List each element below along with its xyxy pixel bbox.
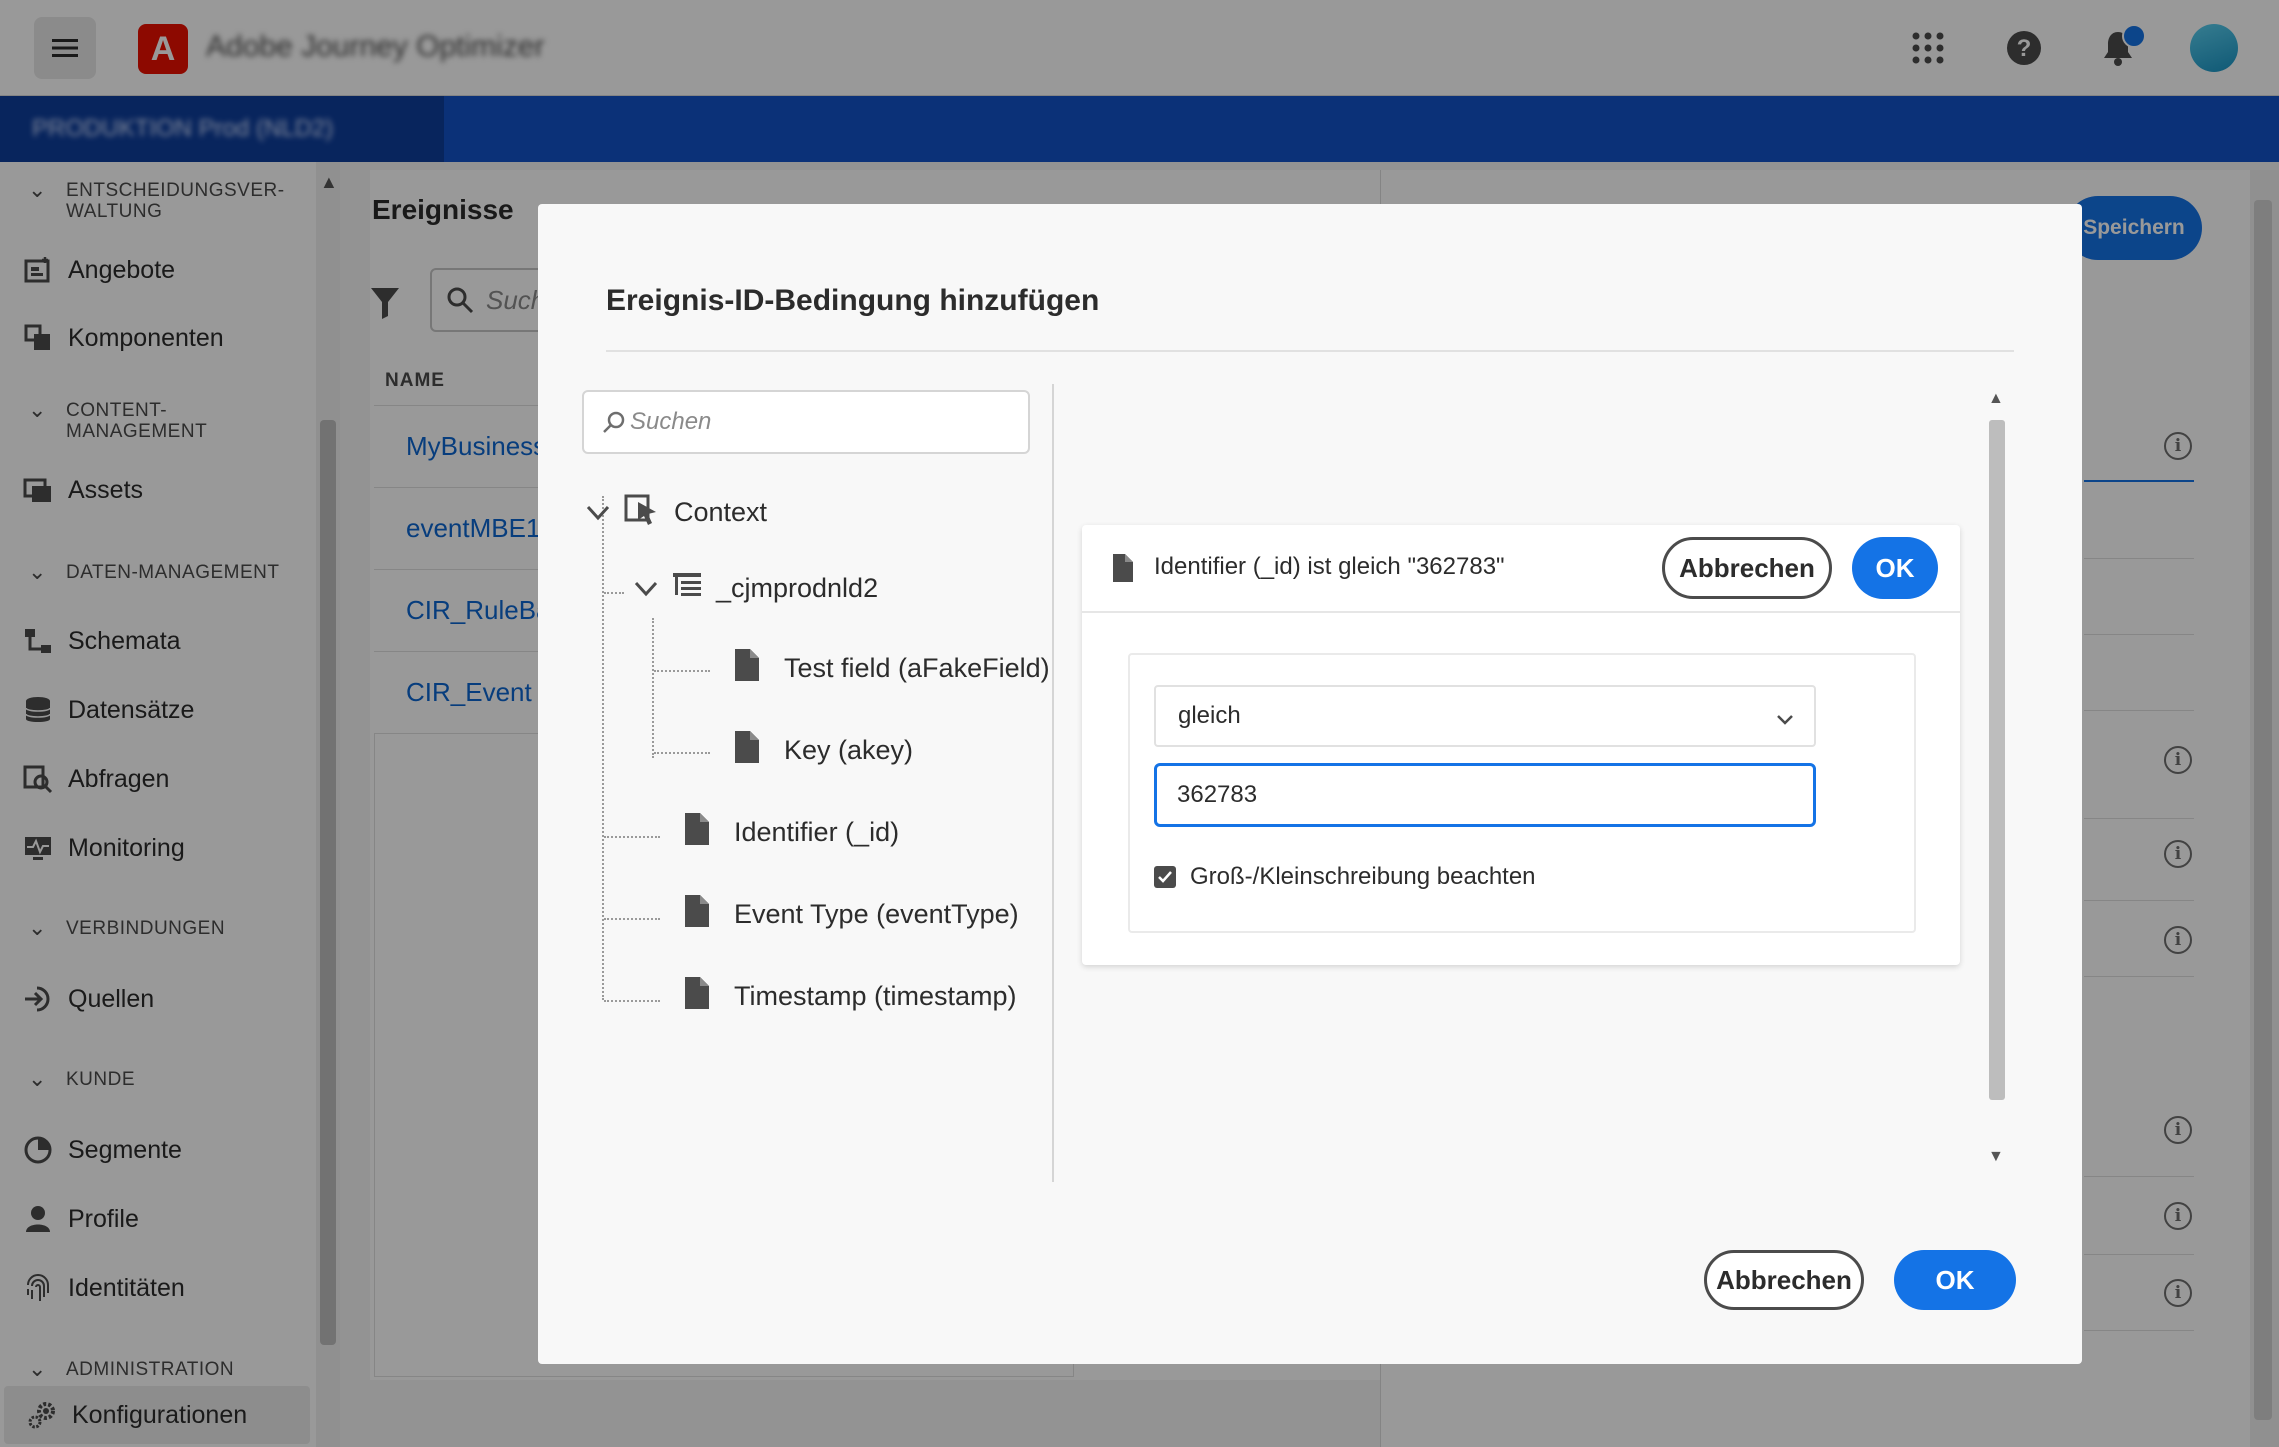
dialog-divider [606,350,2014,352]
file-icon [684,976,710,1017]
tree-node-context[interactable]: Context [586,492,767,533]
tree-node-identifier[interactable]: Identifier (_id) [684,812,899,853]
case-sensitive-checkbox[interactable]: Groß-/Kleinschreibung beachten [1154,863,1536,891]
tree-connector [652,618,654,758]
canvas-scrollbar[interactable]: ▲ ▼ [1985,390,2009,1180]
file-icon [734,730,760,771]
dialog-cancel-button[interactable]: Abbrechen [1704,1250,1864,1310]
condition-body: gleich 362783 Groß-/Kleinschreibung beac… [1128,653,1916,933]
tree-connector [604,1000,660,1002]
tree-node-test-field[interactable]: Test field (aFakeField) [734,648,1050,689]
chevron-down-icon [1776,705,1794,733]
tree-connector [654,670,710,672]
operator-select[interactable]: gleich [1154,685,1816,747]
tree-search-input[interactable]: Suchen [582,390,1030,454]
scroll-up-icon[interactable]: ▲ [1988,390,2004,408]
value-input[interactable]: 362783 [1154,763,1816,827]
dialog-ok-button[interactable]: OK [1894,1250,2016,1310]
tree-connector [604,836,660,838]
condition-header: Identifier (_id) ist gleich "362783" Abb… [1082,525,1960,613]
canvas-scrollbar-thumb[interactable] [1989,420,2005,1100]
list-tree-icon [672,570,702,607]
file-icon [684,894,710,935]
tree-node-timestamp[interactable]: Timestamp (timestamp) [684,976,1017,1017]
condition-summary: Identifier (_id) ist gleich "362783" [1154,553,1505,580]
file-icon [1112,553,1134,588]
tree-node-key[interactable]: Key (akey) [734,730,913,771]
checkmark-icon[interactable] [1154,866,1176,888]
condition-editor-card: Identifier (_id) ist gleich "362783" Abb… [1082,525,1960,965]
tree-connector [604,592,624,594]
tree-connector [654,752,710,754]
file-icon [684,812,710,853]
tree-node-namespace[interactable]: _cjmprodnld2 [634,570,878,607]
condition-ok-button[interactable]: OK [1852,537,1938,599]
context-icon [624,492,660,533]
chevron-down-icon [586,497,610,528]
tree-node-event-type[interactable]: Event Type (eventType) [684,894,1019,935]
chevron-down-icon [634,573,658,604]
condition-cancel-button[interactable]: Abbrechen [1662,537,1832,599]
scroll-down-icon[interactable]: ▼ [1988,1148,2004,1166]
search-icon [603,411,625,433]
tree-connector [602,496,604,1000]
tree-connector [604,918,660,920]
file-icon [734,648,760,689]
dialog-title: Ereignis-ID-Bedingung hinzufügen [606,284,1100,317]
panel-divider [1052,384,1054,1182]
